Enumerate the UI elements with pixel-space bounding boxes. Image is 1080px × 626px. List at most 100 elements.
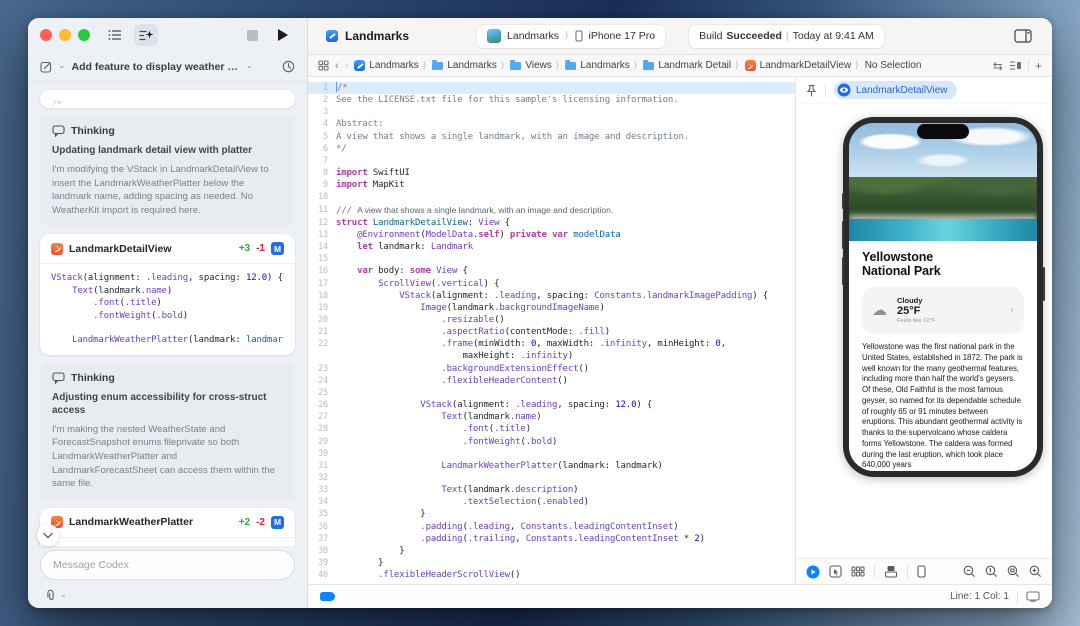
modified-badge: M	[271, 242, 284, 256]
xcode-toolbar: Landmarks Landmarks ⟩ iPhone 17 Pro Buil…	[308, 18, 1052, 55]
forward-button[interactable]: ›	[345, 60, 349, 72]
cloud-icon: ☁	[872, 300, 887, 319]
zoom-out-button[interactable]	[963, 565, 976, 578]
photo-water-layer	[849, 219, 1037, 241]
speech-bubble-icon	[52, 125, 65, 137]
thinking-label: Thinking	[71, 125, 115, 137]
chevron-separator-icon: ⟩	[564, 31, 569, 41]
editor-options-icon[interactable]	[1009, 60, 1022, 71]
file-diff-header[interactable]: LandmarkWeatherPlatter +2 -2 M	[40, 508, 295, 537]
scheme-name: Landmarks	[507, 30, 559, 42]
iphone-screen: Yellowstone National Park ☁ Cloudy 25°F …	[849, 123, 1037, 471]
compose-sparkle-icon[interactable]	[134, 24, 158, 46]
preview-canvas-panel: LandmarkDetailView Yellowstone National …	[795, 77, 1052, 584]
folder-icon	[565, 59, 577, 70]
live-preview-button[interactable]	[806, 565, 820, 579]
coding-assistant-panel: ⌄ Add feature to display weather at land…	[28, 18, 308, 608]
zoom-in-button[interactable]	[1029, 565, 1042, 578]
back-button[interactable]: ‹	[335, 60, 339, 72]
breadcrumb-group[interactable]: Views ⟩	[510, 59, 559, 71]
code-review-icon[interactable]: ⇆	[993, 59, 1003, 73]
landmark-title: Yellowstone National Park	[862, 249, 941, 279]
chevron-right-icon: ›	[1010, 304, 1014, 316]
thinking-title: Adjusting enum accessibility for cross-s…	[52, 391, 267, 416]
project-name: Landmarks	[345, 29, 410, 43]
build-time: Today at 9:41 AM	[792, 30, 874, 42]
volume-down-button	[841, 257, 844, 285]
build-prefix: Build	[699, 30, 723, 42]
lines-added-count: +2	[238, 516, 251, 528]
volume-up-button	[841, 221, 844, 249]
history-icon[interactable]	[282, 60, 295, 73]
inspector-toggle-icon[interactable]	[1014, 29, 1032, 43]
scroll-to-bottom-button[interactable]	[37, 524, 59, 546]
preview-target-badge[interactable]: LandmarkDetailView	[834, 81, 957, 99]
swift-file-icon	[744, 60, 756, 71]
lines-added-count: +3	[238, 243, 251, 255]
file-diff-header[interactable]: LandmarkDetailView +3 -1 M	[40, 234, 295, 263]
project-indicator[interactable]: Landmarks	[326, 29, 409, 43]
variants-mode-button[interactable]	[851, 566, 865, 577]
zoom-button[interactable]	[78, 29, 90, 41]
breadcrumb-group[interactable]: Landmarks ⟩	[432, 59, 504, 71]
thread-title-chevron-icon[interactable]: ⌄	[246, 62, 254, 71]
folder-icon	[643, 59, 655, 70]
source-editor[interactable]: 1/* 2 See the LICENSE.txt file for this sa…	[308, 77, 795, 584]
diff-code-snippet: VStack(alignment: .leading, spacing: 12.…	[40, 263, 295, 354]
thinking-card-1[interactable]: Thinking Updating landmark detail view w…	[40, 116, 295, 227]
thread-list-icon[interactable]	[103, 24, 127, 46]
run-button[interactable]	[271, 24, 295, 46]
folder-icon	[432, 59, 444, 70]
breadcrumb-group[interactable]: Landmark Detail ⟩	[643, 59, 739, 71]
file-diff-card-landmarkweatherplatter: LandmarkWeatherPlatter +2 -2 M filepriva…	[40, 507, 295, 546]
related-items-grid-icon[interactable]	[318, 60, 329, 71]
breadcrumb-file[interactable]: LandmarkDetailView ⟩	[744, 60, 859, 71]
swift-file-icon	[51, 242, 63, 255]
message-composer[interactable]	[40, 550, 295, 580]
add-editor-icon[interactable]: +	[1035, 59, 1042, 73]
lines-removed-count: -2	[256, 516, 265, 528]
xcode-main-area: Landmarks Landmarks ⟩ iPhone 17 Pro Buil…	[308, 18, 1052, 608]
attach-paperclip-icon[interactable]	[44, 589, 57, 602]
preview-target-name: LandmarkDetailView	[856, 84, 948, 96]
attach-chevron-icon[interactable]: ⌄	[60, 591, 67, 599]
build-status-display[interactable]: Build Succeeded | Today at 9:41 AM	[689, 24, 884, 48]
app-icon	[487, 29, 502, 43]
thinking-card-2[interactable]: Thinking Adjusting enum accessibility fo…	[40, 362, 295, 500]
build-divider: |	[785, 30, 789, 42]
orientation-button[interactable]	[884, 565, 898, 578]
weather-feels-like: Feels like 12°F	[897, 317, 936, 324]
photo-forest-layer	[849, 177, 1037, 219]
weather-temperature: 25°F	[897, 305, 921, 318]
thinking-card-header: Thinking	[52, 372, 283, 384]
status-indicator-icon[interactable]	[320, 592, 335, 601]
selectable-mode-button[interactable]	[829, 565, 842, 578]
device-settings-button[interactable]	[917, 565, 926, 578]
close-button[interactable]	[40, 29, 52, 41]
zoom-100-button[interactable]	[985, 565, 998, 578]
pin-icon[interactable]	[806, 84, 817, 97]
preview-header: LandmarkDetailView	[796, 77, 1052, 104]
folder-icon	[510, 59, 522, 70]
stop-button[interactable]	[240, 24, 264, 46]
scheme-selector[interactable]: Landmarks ⟩ iPhone 17 Pro	[477, 24, 666, 48]
weather-condition: Cloudy	[897, 296, 923, 306]
divider	[874, 565, 875, 578]
divider	[825, 83, 826, 97]
minimize-button[interactable]	[59, 29, 71, 41]
preview-eye-icon	[837, 83, 851, 97]
lines-removed-count: -1	[256, 243, 265, 255]
assistant-panel-header	[28, 18, 307, 52]
thread-title[interactable]: Add feature to display weather at landma…	[72, 61, 240, 73]
breadcrumb-project[interactable]: Landmarks ⟩	[354, 60, 426, 71]
display-destination-icon[interactable]	[1026, 591, 1040, 602]
weather-platter[interactable]: ☁ Cloudy 25°F Feels like 12°F ›	[862, 287, 1024, 333]
zoom-fit-button[interactable]	[1007, 565, 1020, 578]
breadcrumb-selection[interactable]: No Selection	[865, 60, 922, 71]
breadcrumb-group[interactable]: Landmarks ⟩	[565, 59, 637, 71]
landmark-description: Yellowstone was the first national park …	[862, 342, 1023, 470]
iphone-preview-device[interactable]: Yellowstone National Park ☁ Cloudy 25°F …	[841, 117, 1045, 477]
message-input[interactable]	[53, 559, 282, 571]
thread-switcher-chevron-icon[interactable]: ⌄	[58, 62, 66, 71]
new-thread-icon[interactable]	[40, 61, 52, 73]
